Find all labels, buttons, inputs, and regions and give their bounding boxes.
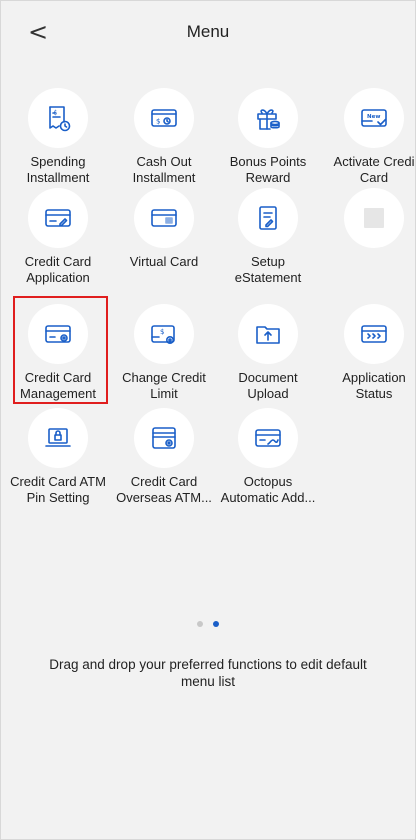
menu-item-bonus-points-reward[interactable]: Bonus Points Reward <box>216 88 320 198</box>
menu-item-circle <box>28 188 88 248</box>
menu-item-circle <box>344 304 404 364</box>
menu-item-circle: $ <box>134 304 194 364</box>
menu-item-circle <box>238 304 298 364</box>
atm-pin-setting-icon <box>45 428 71 447</box>
page-dot[interactable] <box>197 621 203 627</box>
menu-item-overseas-atm[interactable]: Credit Card Overseas ATM... <box>112 408 216 518</box>
menu-item-circle <box>238 188 298 248</box>
octopus-automatic-add-icon <box>255 429 281 447</box>
menu-item-label: Credit Card Overseas ATM... <box>116 474 212 505</box>
credit-card-application-icon <box>45 209 71 227</box>
menu-item-label: Spending Installment <box>26 154 90 185</box>
activate-credit-card-icon: New <box>361 109 387 127</box>
bonus-points-reward-icon <box>257 109 280 130</box>
application-status-icon <box>361 325 387 343</box>
menu-item-circle <box>238 408 298 468</box>
document-upload-icon <box>256 326 280 344</box>
menu-item-document-upload[interactable]: Document Upload <box>216 304 320 414</box>
menu-item-octopus-automatic-add[interactable]: Octopus Automatic Add... <box>216 408 320 518</box>
placeholder-icon <box>364 208 384 228</box>
menu-item-label: Document Upload <box>238 370 298 401</box>
menu-item-label: Credit Card ATM Pin Setting <box>10 474 106 505</box>
menu-item-circle <box>134 188 194 248</box>
menu-item-label: Activate Credi Card <box>333 154 415 185</box>
menu-item-circle <box>134 408 194 468</box>
setup-estatement-icon <box>259 206 277 230</box>
menu-item-credit-card-application[interactable]: Credit Card Application <box>6 188 110 298</box>
svg-text:$: $ <box>160 328 164 336</box>
change-credit-limit-icon: $ <box>151 325 175 344</box>
svg-text:$: $ <box>156 118 160 126</box>
menu-item-label: Virtual Card <box>129 254 199 269</box>
menu-item-circle <box>238 88 298 148</box>
page-indicator[interactable] <box>0 621 416 627</box>
menu-item-circle: $ <box>134 88 194 148</box>
menu-item-setup-estatement[interactable]: Setup eStatement <box>216 188 320 298</box>
virtual-card-icon <box>151 209 177 227</box>
page-dot-active[interactable] <box>213 621 219 627</box>
menu-item-activate-credit-card[interactable]: New Activate Credi Card <box>322 88 416 198</box>
cash-out-installment-icon: $ <box>151 109 177 127</box>
menu-item-label: Credit Card Application <box>24 254 92 285</box>
menu-item-circle: $ <box>28 88 88 148</box>
menu-item-label: Bonus Points Reward <box>229 154 307 185</box>
menu-item-change-credit-limit[interactable]: $ Change Credit Limit <box>112 304 216 414</box>
overseas-atm-icon <box>152 427 176 449</box>
menu-item-label: Change Credit Limit <box>122 370 206 401</box>
menu-item-label: Cash Out Installment <box>132 154 196 185</box>
spending-installment-icon: $ <box>49 106 71 132</box>
menu-item-application-status[interactable]: Application Status <box>322 304 416 414</box>
menu-item-spending-installment[interactable]: $ Spending Installment <box>6 88 110 198</box>
svg-text:$: $ <box>54 110 58 117</box>
menu-item-placeholder <box>322 188 416 298</box>
menu-item-atm-pin-setting[interactable]: Credit Card ATM Pin Setting <box>6 408 110 518</box>
menu-item-circle <box>344 188 404 248</box>
menu-item-circle: New <box>344 88 404 148</box>
menu-item-circle <box>28 408 88 468</box>
edit-menu-hint: Drag and drop your preferred functions t… <box>49 657 367 689</box>
menu-item-virtual-card[interactable]: Virtual Card <box>112 188 216 298</box>
selected-item-highlight <box>13 296 108 404</box>
menu-item-label: Application Status <box>342 370 406 401</box>
menu-item-cash-out-installment[interactable]: $ Cash Out Installment <box>112 88 216 198</box>
svg-text:New: New <box>367 114 380 120</box>
menu-item-label: Setup eStatement <box>234 254 302 285</box>
menu-item-label: Octopus Automatic Add... <box>220 474 316 505</box>
